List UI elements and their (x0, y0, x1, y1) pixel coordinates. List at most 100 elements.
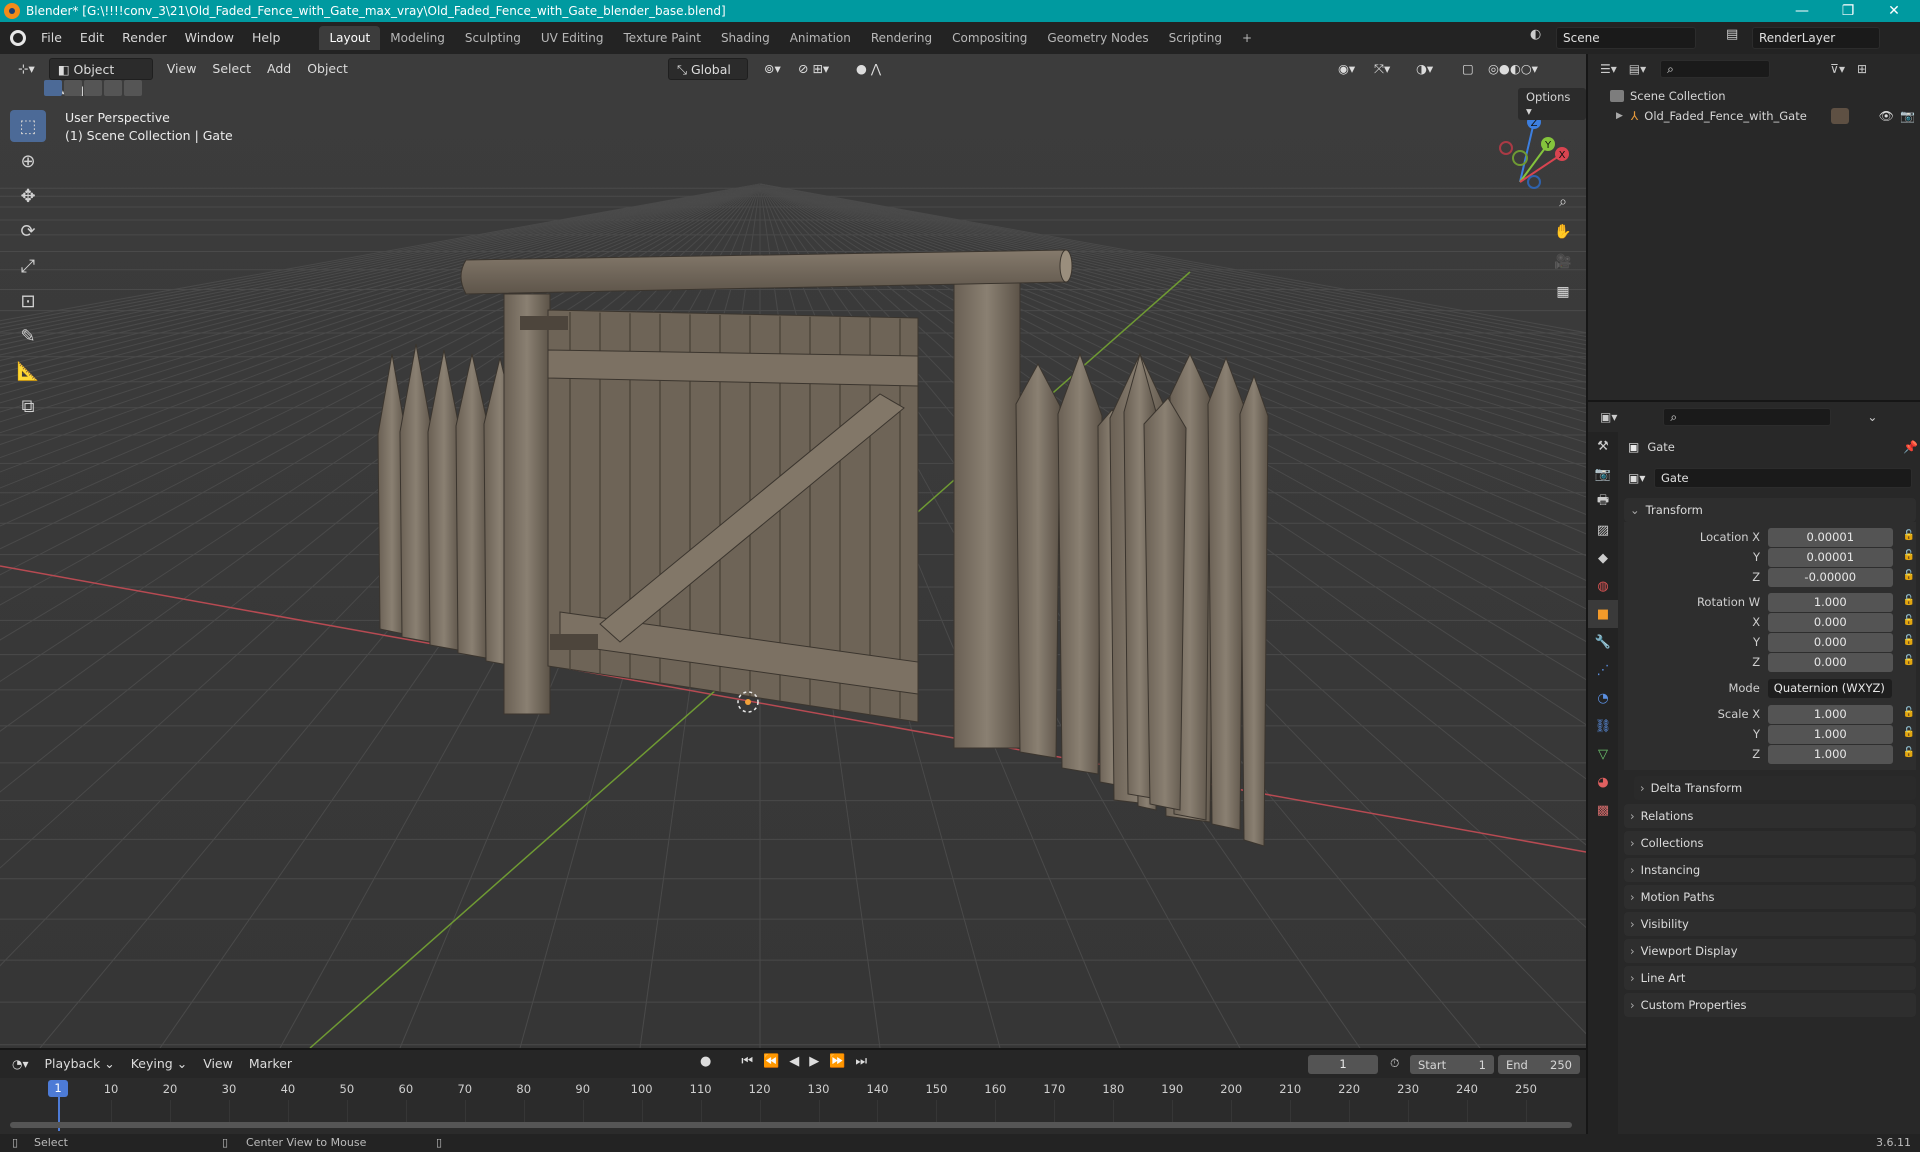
rotate-icon[interactable]: ⟳ (10, 215, 46, 247)
menu-window[interactable]: Window (176, 26, 243, 50)
lock-icon[interactable]: 🔓 (1903, 570, 1917, 584)
grid-perspective-icon[interactable]: ▦ (1551, 284, 1575, 308)
outliner-scene-collection[interactable]: Scene Collection (1610, 86, 1726, 106)
jump-start-icon[interactable]: ⏮ (741, 1054, 753, 1069)
end-frame-field[interactable]: End 250 (1498, 1055, 1580, 1074)
start-frame-field[interactable]: Start 1 (1410, 1055, 1494, 1074)
rotation-z-field[interactable]: 0.000 (1768, 652, 1893, 672)
relations-panel-header[interactable]: › Relations (1624, 804, 1916, 828)
location-x-field[interactable]: 0.00001 (1768, 527, 1893, 547)
overlay-icon[interactable]: ◑▾ (1408, 58, 1441, 80)
properties-search-input[interactable]: ⌕ (1663, 408, 1832, 426)
tab-layout[interactable]: Layout (319, 26, 381, 50)
pan-hand-icon[interactable]: ✋ (1551, 224, 1575, 248)
material-tab-icon[interactable]: ◕ (1588, 768, 1618, 796)
menu-object[interactable]: Object (299, 58, 356, 80)
object-tab-icon[interactable]: ■ (1588, 600, 1618, 628)
annotate-icon[interactable]: ✎ (10, 320, 46, 352)
scale-y-field[interactable]: 1.000 (1768, 724, 1893, 744)
modifier-tab-icon[interactable]: 🔧 (1588, 628, 1618, 656)
menu-file[interactable]: File (32, 26, 71, 50)
cursor-icon[interactable]: ⊕ (10, 145, 46, 177)
scale-icon[interactable]: ⤢ (10, 250, 46, 282)
lock-icon[interactable]: 🔓 (1903, 727, 1917, 741)
add-workspace-button[interactable]: + (1232, 26, 1262, 50)
menu-keying[interactable]: Keying ⌄ (123, 1053, 195, 1075)
menu-select[interactable]: Select (204, 58, 259, 80)
lock-icon[interactable]: 🔓 (1903, 655, 1917, 669)
world-tab-icon[interactable]: ◍ (1588, 572, 1618, 600)
select-subtract-icon[interactable] (84, 80, 102, 96)
transform-icon[interactable]: ⊡ (10, 285, 46, 317)
select-invert-icon[interactable] (104, 80, 122, 96)
prev-keyframe-icon[interactable]: ⏪ (763, 1054, 779, 1069)
visibility-panel-header[interactable]: › Visibility (1624, 912, 1916, 936)
viewport-scene[interactable]: Z Y X (0, 54, 1586, 1048)
location-z-field[interactable]: -0.00000 (1768, 567, 1893, 587)
camera-icon[interactable]: 🎥 (1551, 254, 1575, 278)
mode-selector[interactable]: ◧ Object Mode (48, 58, 153, 99)
tab-sculpting[interactable]: Sculpting (455, 26, 531, 50)
scale-z-field[interactable]: 1.000 (1768, 744, 1893, 764)
select-intersect-icon[interactable] (124, 80, 142, 96)
object-data-icon[interactable]: ▣▾ (1628, 471, 1654, 485)
tab-animation[interactable]: Animation (780, 26, 861, 50)
texture-tab-icon[interactable]: ▩ (1588, 796, 1618, 824)
select-new-icon[interactable] (44, 80, 62, 96)
menu-timeline-view[interactable]: View (195, 1053, 241, 1075)
select-extend-icon[interactable] (64, 80, 82, 96)
select-box-icon[interactable]: ⬚ (10, 110, 46, 142)
motion-paths-panel-header[interactable]: › Motion Paths (1624, 885, 1916, 909)
next-keyframe-icon[interactable]: ⏩ (829, 1054, 845, 1069)
close-button[interactable]: ✕ (1872, 0, 1916, 22)
timeline-ruler[interactable]: 1102030405060708090100110120130140150160… (0, 1078, 1586, 1134)
rotation-mode-select[interactable]: Quaternion (WXYZ) ⌄ (1767, 678, 1893, 714)
physics-tab-icon[interactable]: ◔ (1588, 684, 1618, 712)
editor-type-icon[interactable]: ⊹▾ (10, 58, 43, 80)
move-icon[interactable]: ✥ (10, 180, 46, 212)
visibility-icon[interactable]: ◉▾ (1330, 58, 1363, 80)
expand-arrow-icon[interactable]: ▶ (1616, 111, 1623, 121)
rotation-x-field[interactable]: 0.000 (1768, 612, 1893, 632)
scene-tab-icon[interactable]: ◆ (1588, 544, 1618, 572)
lock-icon[interactable]: 🔓 (1903, 707, 1917, 721)
render-tab-icon[interactable]: 📷 (1588, 460, 1618, 488)
render-layer-icon[interactable]: ▤ (1726, 27, 1746, 47)
menu-help[interactable]: Help (243, 26, 290, 50)
instancing-panel-header[interactable]: › Instancing (1624, 858, 1916, 882)
tab-scripting[interactable]: Scripting (1159, 26, 1232, 50)
rotation-y-field[interactable]: 0.000 (1768, 632, 1893, 652)
tab-geometry-nodes[interactable]: Geometry Nodes (1037, 26, 1158, 50)
outliner-editor-icon[interactable]: ☰▾ (1600, 62, 1617, 76)
add-cube-icon[interactable]: ⧉ (10, 390, 46, 422)
scale-x-field[interactable]: 1.000 (1768, 704, 1893, 724)
properties-editor-icon[interactable]: ▣▾ (1600, 410, 1617, 424)
menu-playback[interactable]: Playback ⌄ (37, 1053, 123, 1075)
modifier-icon[interactable] (1830, 108, 1849, 124)
outliner-item-fence[interactable]: ▶ ⅄ Old_Faded_Fence_with_Gate 👁 📷 (1616, 106, 1916, 126)
properties-options-icon[interactable]: ⌄ (1867, 410, 1877, 424)
tab-modeling[interactable]: Modeling (380, 26, 455, 50)
maximize-button[interactable]: ❐ (1826, 0, 1870, 22)
stopwatch-icon[interactable]: ⏱ (1390, 1056, 1399, 1071)
tool-tab-icon[interactable]: ⚒ (1588, 432, 1618, 460)
jump-end-icon[interactable]: ⏭ (855, 1054, 867, 1069)
transform-panel-header[interactable]: ⌄ Transform (1624, 498, 1916, 522)
minimize-button[interactable]: — (1780, 0, 1824, 22)
menu-add[interactable]: Add (259, 58, 299, 80)
pivot-icon[interactable]: ⊚▾ (756, 58, 789, 80)
lock-icon[interactable]: 🔓 (1903, 635, 1917, 649)
data-tab-icon[interactable]: ▽ (1588, 740, 1618, 768)
rotation-w-field[interactable]: 1.000 (1768, 592, 1893, 612)
view-layer-tab-icon[interactable]: ▨ (1588, 516, 1618, 544)
transform-orientation[interactable]: ⤡ Global (668, 58, 748, 80)
tab-texture-paint[interactable]: Texture Paint (614, 26, 711, 50)
tab-compositing[interactable]: Compositing (942, 26, 1037, 50)
timeline-editor-icon[interactable]: ◔▾ (12, 1057, 29, 1071)
lock-icon[interactable]: 🔓 (1903, 530, 1917, 544)
render-layer-selector[interactable]: RenderLayer (1752, 27, 1880, 49)
constraints-tab-icon[interactable]: ⛓ (1588, 712, 1618, 740)
current-frame-field[interactable]: 1 (1308, 1055, 1378, 1074)
tab-rendering[interactable]: Rendering (861, 26, 942, 50)
collections-panel-header[interactable]: › Collections (1624, 831, 1916, 855)
